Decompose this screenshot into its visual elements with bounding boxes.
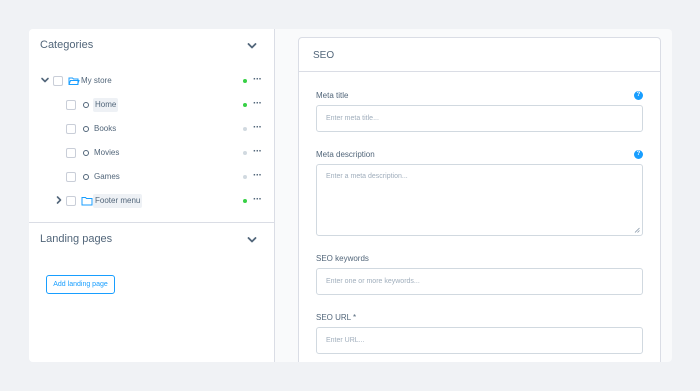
meta-title-input[interactable]: Enter meta title... xyxy=(316,105,643,132)
tree-item-movies[interactable]: Movies ··· xyxy=(29,143,275,163)
tree-checkbox[interactable] xyxy=(66,124,76,134)
circle-icon xyxy=(83,126,89,132)
tree-item-home[interactable]: Home ··· xyxy=(29,95,275,115)
status-active-dot xyxy=(243,103,247,107)
tree-checkbox[interactable] xyxy=(66,100,76,110)
categories-header[interactable]: Categories xyxy=(29,29,275,61)
tree-item-footer-menu[interactable]: Footer menu ··· xyxy=(29,191,275,211)
meta-description-label: Meta description xyxy=(316,150,375,159)
sidebar: Categories My store ··· Home ··· Books ·… xyxy=(29,29,275,362)
meta-description-placeholder: Enter a meta description... xyxy=(326,173,408,180)
help-icon[interactable]: ? xyxy=(634,150,643,159)
tree-item-label: Movies xyxy=(94,148,120,157)
tree-item-label: Games xyxy=(94,172,120,181)
seo-card-title: SEO xyxy=(313,50,335,61)
more-options-icon[interactable]: ··· xyxy=(253,144,262,160)
folder-icon xyxy=(81,197,93,206)
circle-icon xyxy=(83,102,89,108)
tree-checkbox[interactable] xyxy=(66,172,76,182)
seo-card-header: SEO xyxy=(299,38,660,72)
circle-icon xyxy=(83,174,89,180)
status-inactive-dot xyxy=(243,127,247,131)
app-frame: Categories My store ··· Home ··· Books ·… xyxy=(29,29,672,362)
resize-handle-icon[interactable] xyxy=(634,227,640,233)
meta-description-textarea[interactable]: Enter a meta description... xyxy=(316,164,643,236)
status-inactive-dot xyxy=(243,175,247,179)
circle-icon xyxy=(83,150,89,156)
tree-item-label: Books xyxy=(94,124,117,133)
landing-pages-title: Landing pages xyxy=(40,233,113,245)
tree-checkbox[interactable] xyxy=(66,196,76,206)
seo-url-label: SEO URL * xyxy=(316,313,357,322)
tree-item-label: My store xyxy=(81,76,112,85)
categories-title: Categories xyxy=(40,39,94,51)
tree-item-games[interactable]: Games ··· xyxy=(29,167,275,187)
seo-keywords-label: SEO keywords xyxy=(316,254,369,263)
tree-item-label: Footer menu xyxy=(93,194,143,208)
more-options-icon[interactable]: ··· xyxy=(253,96,262,112)
tree-checkbox[interactable] xyxy=(66,148,76,158)
meta-title-label: Meta title xyxy=(316,91,349,100)
chevron-down-icon[interactable] xyxy=(40,75,50,85)
seo-keywords-input[interactable]: Enter one or more keywords... xyxy=(316,268,643,295)
more-options-icon[interactable]: ··· xyxy=(253,120,262,136)
more-options-icon[interactable]: ··· xyxy=(253,72,262,88)
status-inactive-dot xyxy=(243,151,247,155)
status-active-dot xyxy=(243,79,247,83)
status-active-dot xyxy=(243,199,247,203)
more-options-icon[interactable]: ··· xyxy=(253,168,262,184)
seo-card: SEO Meta title ? Enter meta title... Met… xyxy=(298,37,661,362)
tree-item-label: Home xyxy=(93,98,119,112)
landing-pages-header[interactable]: Landing pages xyxy=(29,223,275,255)
chevron-down-icon[interactable] xyxy=(246,234,258,246)
chevron-right-icon[interactable] xyxy=(54,195,64,205)
chevron-down-icon[interactable] xyxy=(246,40,258,52)
add-landing-page-button[interactable]: Add landing page xyxy=(46,275,115,294)
tree-item-books[interactable]: Books ··· xyxy=(29,119,275,139)
more-options-icon[interactable]: ··· xyxy=(253,192,262,208)
seo-url-input[interactable]: Enter URL... xyxy=(316,327,643,354)
tree-checkbox[interactable] xyxy=(53,76,63,86)
help-icon[interactable]: ? xyxy=(634,91,643,100)
tree-item-my-store[interactable]: My store ··· xyxy=(29,71,275,91)
